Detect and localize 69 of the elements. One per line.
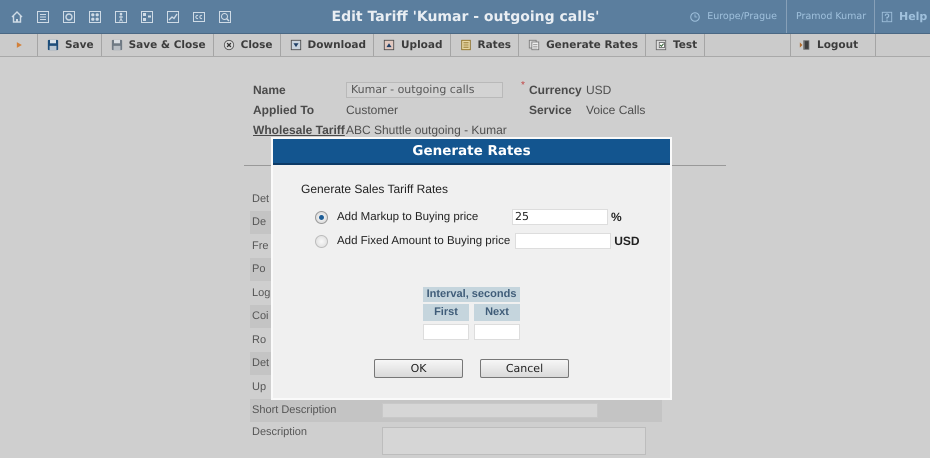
field-label: Short Description xyxy=(252,404,336,416)
window-title: Edit Tariff 'Kumar - outgoing calls' xyxy=(330,8,600,24)
name-field[interactable]: Kumar - outgoing calls xyxy=(346,82,503,98)
radio-button[interactable] xyxy=(315,210,328,224)
diagram-icon[interactable] xyxy=(140,10,154,24)
close-icon xyxy=(222,39,235,51)
checklist-icon xyxy=(655,39,668,51)
column-header: Next xyxy=(474,304,520,321)
floppy-icon xyxy=(47,39,59,51)
unit-label: USD xyxy=(614,234,640,248)
field-label: Fre xyxy=(252,240,268,252)
home-icon[interactable] xyxy=(10,10,24,24)
upload-icon xyxy=(383,39,396,51)
download-icon xyxy=(290,39,302,51)
field-value: USD xyxy=(586,84,612,96)
help-icon xyxy=(881,10,893,22)
field-label: Det xyxy=(252,192,270,205)
option-label: Add Fixed Amount to Buying price xyxy=(337,235,510,247)
field-label: Currency xyxy=(529,84,583,96)
toolbar-button[interactable]: Save & Close xyxy=(102,34,214,56)
person-icon[interactable] xyxy=(114,10,128,24)
toolbar-button[interactable]: Close xyxy=(214,34,280,56)
interval-field[interactable] xyxy=(423,324,469,340)
door-icon xyxy=(799,39,811,51)
search-icon[interactable] xyxy=(218,10,232,24)
amount-field[interactable] xyxy=(515,233,612,249)
toolbar-button[interactable]: Upload xyxy=(374,34,450,56)
coin-icon[interactable] xyxy=(62,10,76,24)
field-label: Name xyxy=(253,84,287,96)
field-value: ABC Shuttle outgoing - Kumar xyxy=(346,124,508,136)
field-label: Coi xyxy=(252,310,269,322)
dialog-title-bar: Generate Rates xyxy=(273,139,670,165)
field-label: Up xyxy=(252,380,266,393)
field-label: Det xyxy=(252,357,270,370)
radio-button[interactable] xyxy=(315,234,328,248)
field-label: Log xyxy=(252,286,270,299)
toolbar-button[interactable]: Save xyxy=(38,34,102,56)
chart-icon[interactable] xyxy=(166,10,180,24)
toolbar-button[interactable]: Download xyxy=(280,34,374,56)
field-label: Applied To xyxy=(253,104,316,116)
logout-button[interactable]: Logout xyxy=(791,34,876,56)
field-value: Voice Calls xyxy=(586,104,646,116)
toolbar-button[interactable]: Generate Rates xyxy=(519,34,646,56)
dialog-heading: Generate Sales Tariff Rates xyxy=(301,182,449,196)
field-label: Description xyxy=(252,426,308,438)
column-header: First xyxy=(423,304,469,321)
field-label: Ro xyxy=(252,334,266,346)
dialog-button[interactable]: Cancel xyxy=(480,359,569,378)
field-label: Service xyxy=(529,104,573,116)
captions-icon[interactable] xyxy=(192,10,206,24)
option-label: Add Markup to Buying price xyxy=(337,211,480,223)
dialog-button[interactable]: OK xyxy=(374,359,463,378)
required-mark: * xyxy=(521,80,526,92)
list-icon xyxy=(460,39,472,51)
field-label: Po xyxy=(252,263,266,276)
field-label: De xyxy=(252,216,266,228)
list-icon[interactable] xyxy=(36,10,50,24)
field-value: Customer xyxy=(346,104,400,116)
toolbar-button[interactable]: Rates xyxy=(450,34,520,56)
floppy-icon xyxy=(110,39,123,51)
toolbar-button[interactable]: Test xyxy=(646,34,706,56)
copy-icon xyxy=(528,39,540,51)
interval-field[interactable] xyxy=(474,324,520,340)
column-header: Interval, seconds xyxy=(423,287,520,302)
unit-label: % xyxy=(611,210,622,224)
clock-icon xyxy=(689,10,702,22)
field-link[interactable]: Wholesale Tariff xyxy=(253,124,346,136)
grid-icon[interactable] xyxy=(88,10,102,24)
amount-field[interactable]: 25 xyxy=(512,209,608,225)
